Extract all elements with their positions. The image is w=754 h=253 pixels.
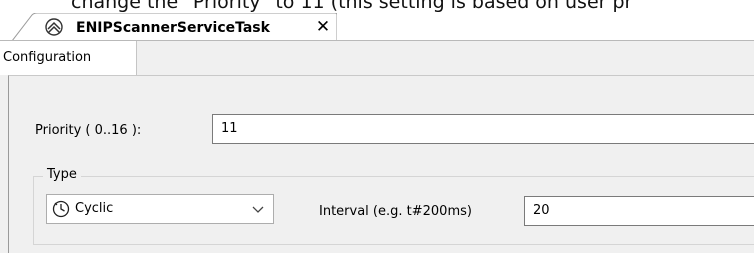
interval-label: Interval (e.g. t#200ms)	[319, 204, 472, 219]
priority-input[interactable]: 11	[212, 114, 754, 144]
instruction-text: change the "Priority" to 11 (this settin…	[71, 0, 633, 13]
tab-configuration[interactable]: Configuration	[0, 41, 137, 75]
priority-label: Priority ( 0..16 ):	[35, 123, 142, 138]
interval-input[interactable]: 20	[524, 196, 754, 226]
close-icon[interactable]: ✕	[313, 17, 333, 37]
chevron-down-icon[interactable]	[251, 204, 265, 214]
type-dropdown-value: Cyclic	[75, 201, 114, 216]
document-tab-title: ENIPScannerServiceTask	[76, 20, 270, 36]
task-gears-icon	[45, 18, 63, 36]
clock-icon	[52, 200, 70, 218]
type-group-legend: Type	[43, 166, 81, 184]
type-dropdown[interactable]: Cyclic	[46, 194, 274, 224]
